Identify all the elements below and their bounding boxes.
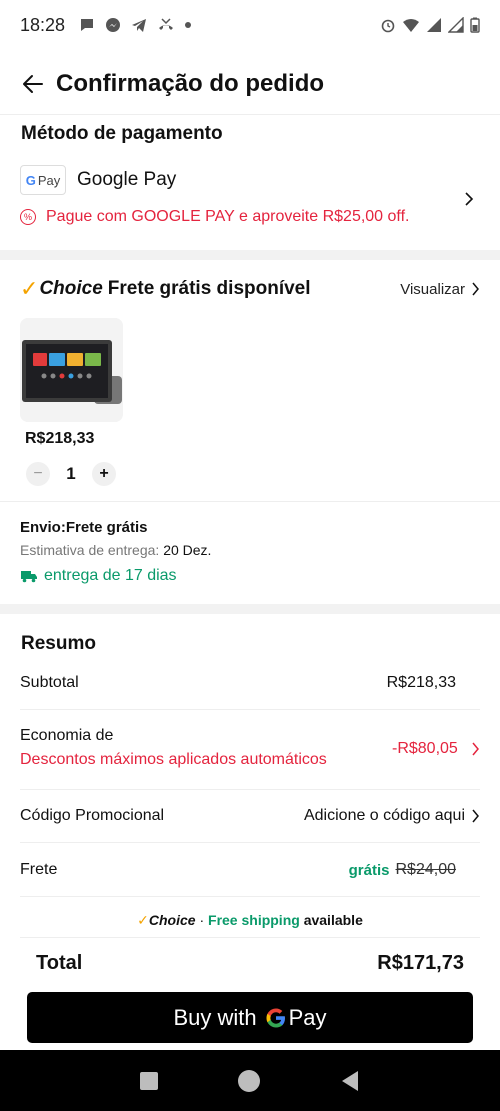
- chevron-right-icon: [472, 809, 479, 823]
- available-text: available: [303, 912, 363, 928]
- quantity-stepper: − 1 +: [26, 462, 116, 486]
- view-button[interactable]: Visualizar: [400, 281, 480, 298]
- messenger-icon: [106, 18, 121, 32]
- divider: [20, 709, 480, 710]
- estimate-date: 20 Dez.: [163, 542, 212, 558]
- decrease-quantity-button[interactable]: −: [26, 462, 50, 486]
- buy-with-google-pay-button[interactable]: Buy with Pay: [27, 992, 473, 1043]
- payment-method-row[interactable]: G Pay Google Pay: [20, 162, 480, 198]
- choice-check-icon: ✓: [137, 912, 149, 928]
- recents-button[interactable]: [140, 1071, 158, 1090]
- savings-label: Economia de: [20, 727, 114, 744]
- signal-icon: [427, 18, 441, 32]
- product-image[interactable]: [20, 318, 123, 422]
- savings-value-wrap[interactable]: -R$80,05: [392, 740, 480, 758]
- page-title: Confirmação do pedido: [56, 70, 325, 97]
- section-gap: [0, 250, 500, 260]
- shipping-method: Envio:Frete grátis: [20, 519, 148, 536]
- free-shipping-available: Frete grátis disponível: [107, 278, 311, 299]
- shipping-cost-value: grátis R$24,00: [349, 861, 456, 879]
- wifi-icon: [403, 19, 419, 32]
- system-navigation-bar: [0, 1050, 500, 1111]
- g-logo-icon: G: [25, 172, 36, 188]
- total-label: Total: [36, 952, 83, 974]
- quantity-value: 1: [66, 464, 76, 483]
- shipping-cost-row: Frete grátis R$24,00: [20, 861, 480, 879]
- estimate-label: Estimativa de entrega:: [20, 542, 160, 558]
- status-bar: 18:28: [0, 0, 500, 50]
- choice-label: Choice: [39, 278, 103, 299]
- divider: [20, 937, 480, 938]
- chevron-right-icon: [472, 742, 479, 756]
- subtotal-value: R$218,33: [386, 674, 456, 691]
- notification-icons: [79, 17, 192, 33]
- delivery-time: entrega de 17 dias: [20, 567, 177, 585]
- google-pay-mark: Pay: [265, 1005, 327, 1031]
- pay-word: Pay: [288, 1004, 327, 1030]
- chat-icon: [81, 19, 94, 31]
- total-value: R$171,73: [377, 952, 464, 974]
- chevron-right-icon: [472, 282, 479, 296]
- choice-free-shipping-banner: ✓Choice · Free shipping available: [0, 912, 500, 929]
- promo-code-label: Código Promocional: [20, 807, 165, 824]
- promo-code-value: Adicione o código aqui: [303, 807, 465, 824]
- total-row: Total R$171,73: [36, 952, 464, 975]
- shipping-cost-label: Frete: [20, 861, 58, 878]
- signal-2-icon: [448, 17, 464, 33]
- gpay-badge-text: Pay: [37, 172, 61, 188]
- missed-call-icon: [159, 18, 174, 30]
- payment-promo-text: Pague com GOOGLE PAY e aproveite R$25,00…: [46, 208, 410, 225]
- header-divider: [0, 114, 500, 115]
- google-g-icon: [266, 1008, 285, 1027]
- divider: [0, 501, 500, 502]
- shipping-free: grátis: [348, 861, 390, 879]
- payment-section-title: Método de pagamento: [21, 123, 223, 144]
- payment-promo: % Pague com GOOGLE PAY e aproveite R$25,…: [20, 208, 409, 226]
- delivery-time-text: entrega de 17 dias: [44, 567, 177, 584]
- section-gap: [0, 604, 500, 614]
- back-button[interactable]: [20, 71, 46, 97]
- truck-icon: [21, 571, 37, 583]
- chevron-right-icon[interactable]: [464, 191, 474, 207]
- page-header: Confirmação do pedido: [0, 58, 500, 110]
- summary-title: Resumo: [21, 633, 96, 654]
- discount-icon: %: [20, 209, 36, 225]
- choice-label: Choice: [148, 912, 196, 928]
- arrow-left-icon: [23, 75, 43, 93]
- google-pay-logo: G Pay: [20, 165, 66, 195]
- increase-quantity-button[interactable]: +: [92, 462, 116, 486]
- view-label: Visualizar: [400, 280, 465, 298]
- delivery-estimate: Estimativa de entrega: 20 Dez.: [20, 542, 211, 558]
- product-price: R$218,33: [25, 430, 95, 447]
- more-notifications-dot: [185, 22, 192, 28]
- divider: [20, 789, 480, 790]
- divider: [20, 896, 480, 897]
- alarm-icon: [381, 19, 395, 33]
- free-shipping-text: Free shipping: [208, 912, 300, 928]
- promo-code-action[interactable]: Adicione o código aqui: [304, 807, 480, 825]
- subtotal-row: Subtotal R$218,33: [20, 674, 480, 692]
- savings-description: Descontos máximos aplicados automáticos: [20, 751, 327, 768]
- promo-code-row[interactable]: Código Promocional Adicione o código aqu…: [20, 807, 480, 825]
- separator-dot: ·: [199, 912, 205, 928]
- divider: [20, 842, 480, 843]
- tablet-dock-image: [20, 318, 123, 422]
- choice-shipping-row: ✓ Choice Frete grátis disponível Visuali…: [20, 276, 480, 302]
- back-triangle-icon[interactable]: [340, 1070, 360, 1092]
- buy-button-label: Buy with: [173, 1004, 257, 1030]
- status-time: 18:28: [20, 14, 66, 35]
- telegram-icon: [132, 19, 147, 32]
- battery-icon: [470, 17, 480, 33]
- shipping-original-price: R$24,00: [395, 861, 457, 878]
- system-icons: [380, 17, 480, 33]
- payment-method-name: Google Pay: [77, 169, 177, 190]
- home-button[interactable]: [238, 1069, 260, 1092]
- choice-check-icon: ✓: [20, 276, 39, 301]
- savings-value: -R$80,05: [392, 740, 458, 757]
- subtotal-label: Subtotal: [20, 674, 79, 691]
